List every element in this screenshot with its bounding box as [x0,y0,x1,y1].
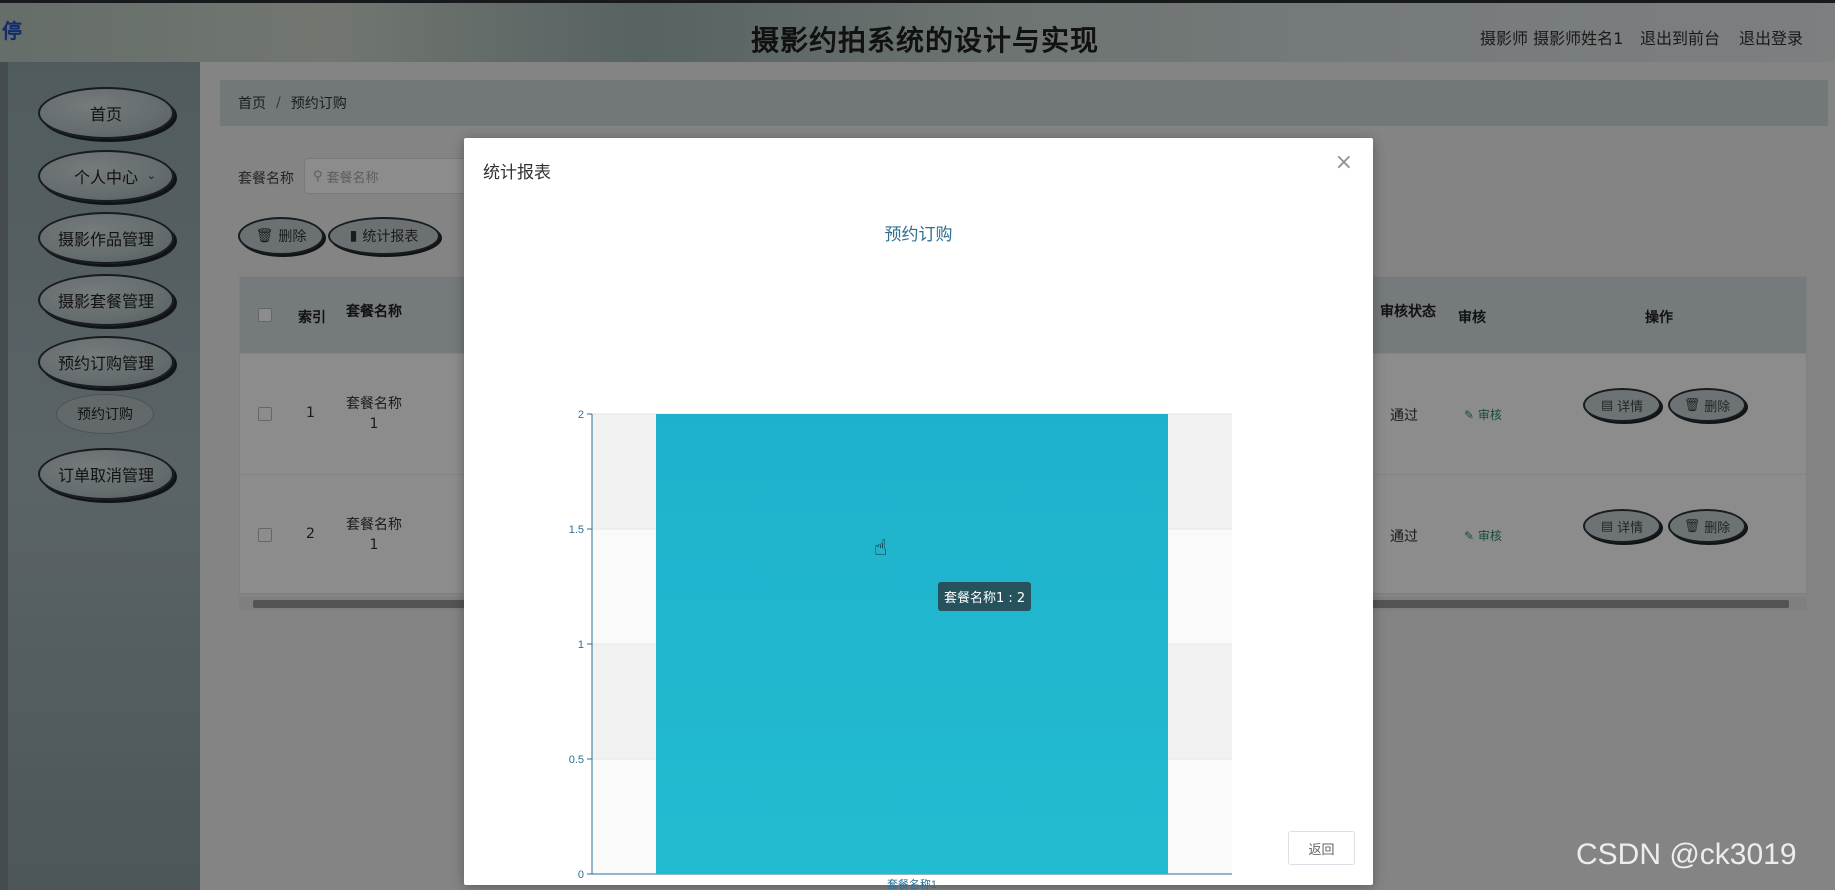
y-tick-label: 1 [578,639,584,651]
y-tick-label: 0.5 [569,754,584,766]
watermark: CSDN @ck3019 [1576,838,1797,871]
y-tick-label: 2 [578,409,584,421]
chart-title: 预约订购 [884,225,953,245]
bar [656,414,1168,874]
y-tick-label: 0 [578,869,584,881]
x-tick-label: 套餐名称1 [887,877,937,890]
close-icon[interactable]: × [1335,152,1353,174]
dialog-title: 统计报表 [483,163,551,183]
hand-cursor-icon: ☝ [874,536,888,561]
chart-tooltip: 套餐名称1 : 2 [938,582,1032,611]
report-dialog: 统计报表 × 预约订购 0 0.5 1 1.5 2 套餐名称1 套餐名称1 : 2 ☝ 返… [464,138,1373,890]
y-tick-label: 1.5 [569,524,584,536]
back-button[interactable]: 返回 [1288,831,1355,865]
bar-chart: 0 0.5 1 1.5 2 套餐名称1 [569,409,1232,890]
